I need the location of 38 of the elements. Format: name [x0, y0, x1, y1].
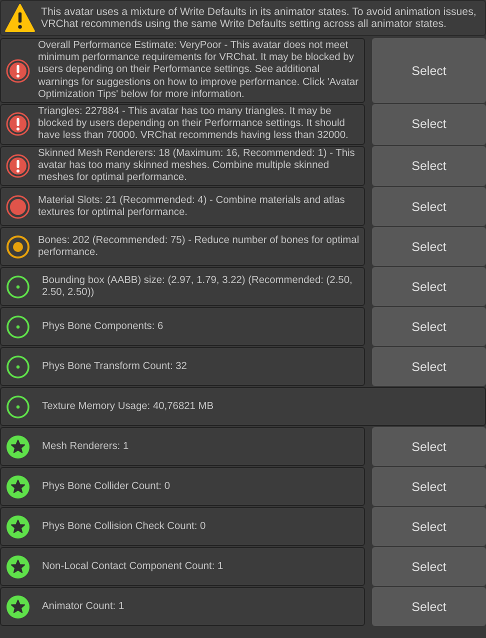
dot-ring-icon	[6, 394, 30, 419]
select-button[interactable]: Select	[372, 547, 486, 586]
filled-circle-icon	[6, 194, 30, 219]
select-button[interactable]: Select	[372, 587, 486, 626]
message-text: Mesh Renderers: 1	[41, 440, 129, 453]
message-text: Texture Memory Usage: 40,76821 MB	[41, 400, 214, 413]
select-button[interactable]: Select	[372, 227, 486, 266]
dot-ring-icon	[6, 314, 30, 339]
warning-text: This avatar uses a mixture of Write Defaults in its animator states. To avoid animation issues, VRChat recommends using the same Write Defaults setting across all animator states.	[41, 6, 478, 30]
select-button[interactable]: Select	[372, 307, 486, 346]
select-button[interactable]: Select	[372, 38, 486, 104]
select-button[interactable]: Select	[372, 267, 486, 306]
error-icon	[6, 112, 30, 136]
message-text: Animator Count: 1	[41, 600, 124, 613]
error-icon	[6, 154, 30, 178]
select-button[interactable]: Select	[372, 347, 486, 386]
select-button[interactable]: Select	[372, 104, 486, 145]
select-button[interactable]: Select	[372, 467, 486, 506]
message-text: Bones: 202 (Recommended: 75) - Reduce number of bones for optimal performance.	[38, 234, 360, 259]
message-text: Phys Bone Collider Count: 0	[41, 480, 170, 493]
select-button[interactable]: Select	[372, 146, 486, 186]
error-icon	[6, 58, 30, 82]
message-text: Phys Bone Components: 6	[41, 320, 164, 333]
message-text: Material Slots: 21 (Recommended: 4) - Combine materials and atlas textures for optimal performance.	[38, 194, 346, 219]
message-text: Phys Bone Transform Count: 32	[41, 360, 187, 373]
warning-icon	[5, 4, 35, 32]
message-text: Phys Bone Collision Check Count: 0	[41, 520, 206, 533]
message-text: Bounding box (AABB) size: (2.97, 1.79, 3.22) (Recommended: (2.50, 2.50, 2.50))	[41, 274, 354, 299]
select-button[interactable]: Select	[372, 507, 486, 546]
message-text: Skinned Mesh Renderers: 18 (Maximum: 16, Recommended: 1) - This avatar has too many skinned meshes. Combine multiple skinned meshes for optimal performance.	[38, 148, 356, 184]
message-text: Non-Local Contact Component Count: 1	[41, 560, 224, 573]
message-text: Overall Performance Estimate: VeryPoor - This avatar does not meet minimum performance requirements for VRChat. It may be blocked by users depending on their Performance settings. See additional warnings for suggestions on how to improve performance. Click 'Avatar Optimization Tips' below for more information.	[38, 40, 360, 102]
dot-ring-icon	[6, 274, 30, 299]
message-text: Triangles: 227884 - This avatar has too many triangles. It may be blocked by users depending on their Performance settings. It should have less than 70000. VRChat recommends having less than 32000.	[38, 106, 350, 143]
select-button[interactable]: Select	[372, 427, 486, 466]
dot-icon	[6, 234, 30, 259]
select-button[interactable]: Select	[372, 187, 486, 226]
dot-ring-icon	[6, 354, 30, 379]
